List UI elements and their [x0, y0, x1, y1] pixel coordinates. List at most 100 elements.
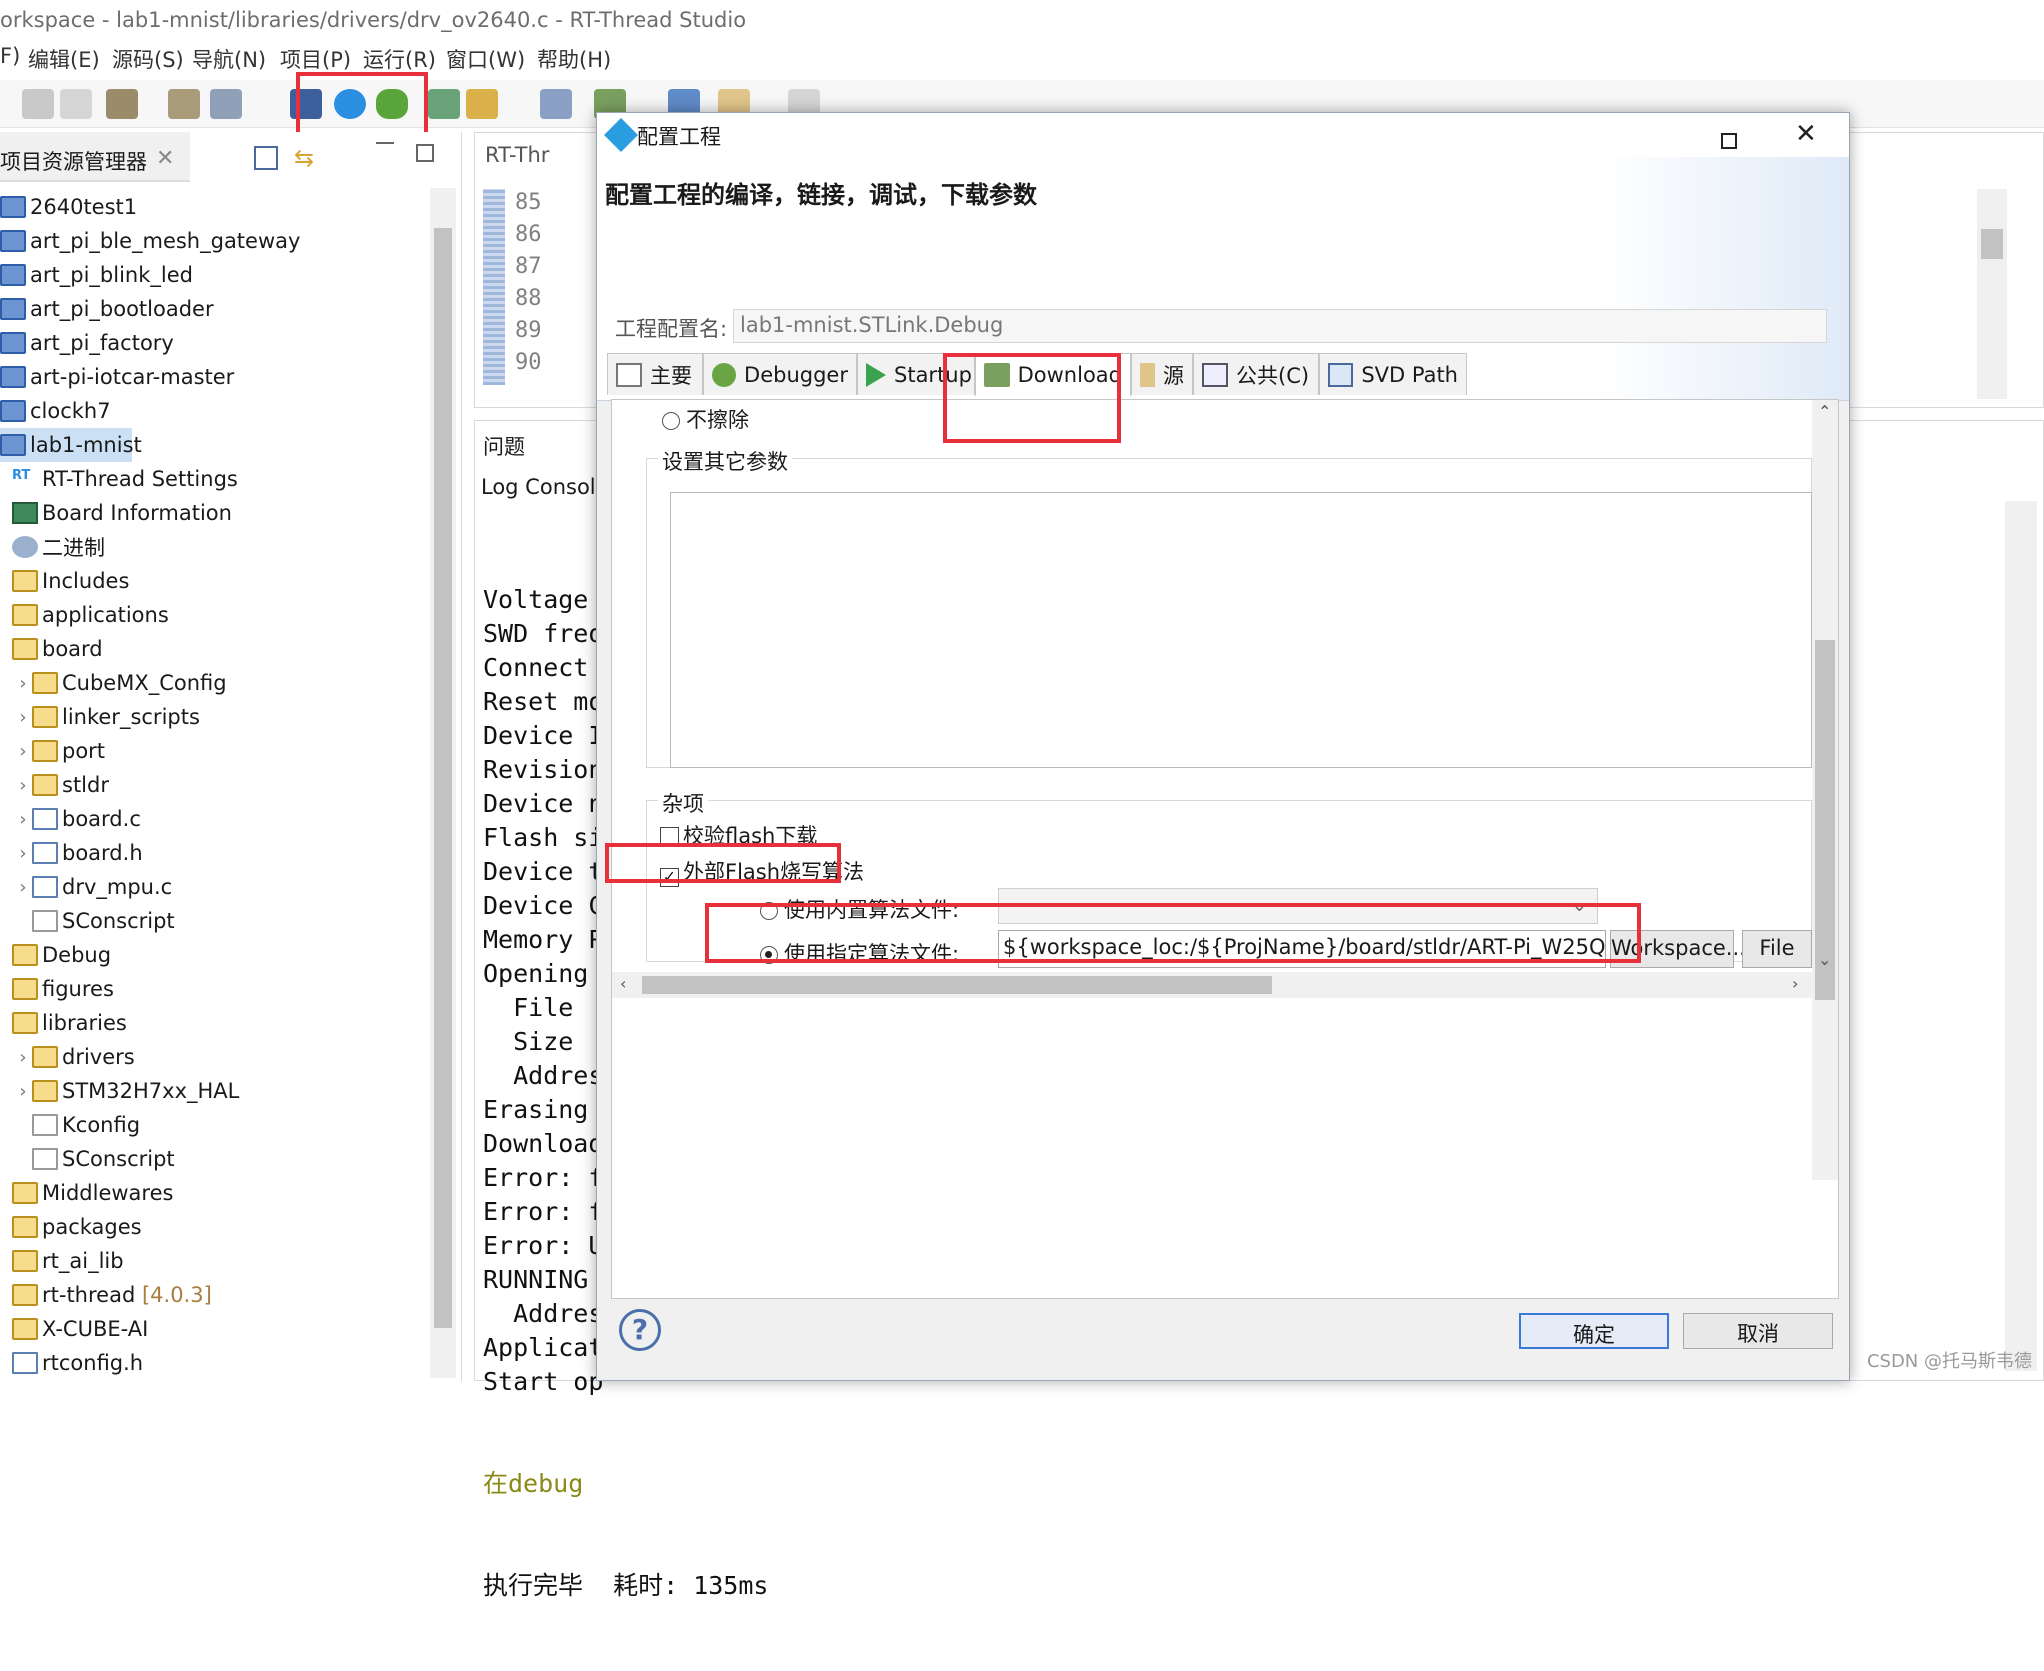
tree-item-packages[interactable]: packages: [12, 1210, 142, 1244]
tree-item-blink-led[interactable]: art_pi_blink_led: [0, 258, 193, 292]
debugger-bug-icon: [712, 362, 737, 387]
tree-item-sconscript[interactable]: SConscript: [32, 904, 175, 938]
tree-item-cubemx-config[interactable]: › CubeMX_Config: [14, 666, 226, 700]
build-hammer-icon[interactable]: [106, 89, 138, 119]
content-hscrollbar[interactable]: ‹ ›: [612, 972, 1812, 998]
tree-item-binaries[interactable]: 二进制: [12, 530, 105, 564]
scroll-right-icon[interactable]: ›: [1792, 974, 1798, 993]
tree-item-debug[interactable]: Debug: [12, 938, 111, 972]
download-icon[interactable]: [428, 89, 460, 119]
menu-source[interactable]: 源码(S): [112, 44, 184, 74]
problems-tab[interactable]: 问题: [483, 431, 593, 465]
tree-item-kconfig[interactable]: Kconfig: [32, 1108, 140, 1142]
folder-icon: [32, 1080, 58, 1102]
console-scrollbar[interactable]: [2005, 501, 2037, 1371]
tab-source[interactable]: 源: [1131, 353, 1193, 395]
chevron-right-icon[interactable]: ›: [14, 809, 32, 830]
tab-debugger[interactable]: Debugger: [703, 353, 857, 395]
menu-run[interactable]: 运行(R): [363, 44, 436, 74]
scroll-down-icon[interactable]: ⌄: [1818, 950, 1831, 969]
menu-window[interactable]: 窗口(W): [446, 44, 525, 74]
rt-studio-logo-icon: [604, 118, 638, 152]
chevron-right-icon[interactable]: ›: [14, 707, 32, 728]
clean-icon[interactable]: [168, 89, 200, 119]
tree-item-middlewares[interactable]: Middlewares: [12, 1176, 173, 1210]
tree-item-figures[interactable]: figures: [12, 972, 114, 1006]
tree-item-includes[interactable]: Includes: [12, 564, 129, 598]
tree-item-stldr[interactable]: › stldr: [14, 768, 109, 802]
file-button[interactable]: File: [1742, 930, 1812, 968]
tree-item-board[interactable]: board: [12, 632, 103, 666]
explorer-scrollbar[interactable]: [430, 188, 456, 1378]
no-erase-option[interactable]: 不擦除: [662, 404, 749, 434]
tab-common[interactable]: 公共(C): [1193, 353, 1319, 395]
editor-scrollbar[interactable]: [1977, 189, 2007, 399]
tab-svd-path[interactable]: SVD Path: [1319, 353, 1467, 395]
cancel-button[interactable]: 取消: [1683, 1313, 1833, 1349]
minimize-icon[interactable]: [376, 142, 394, 144]
other-params-textarea[interactable]: [670, 492, 1812, 768]
scrollbar-thumb[interactable]: [434, 228, 452, 1328]
tree-item-bootloader[interactable]: art_pi_bootloader: [0, 292, 214, 326]
chevron-right-icon[interactable]: ›: [14, 877, 32, 898]
chevron-right-icon[interactable]: ›: [14, 775, 32, 796]
link-editor-icon[interactable]: ⇆: [294, 144, 320, 172]
tree-item-sconscript-libraries[interactable]: SConscript: [32, 1142, 175, 1176]
scrollbar-thumb[interactable]: [642, 976, 1272, 994]
tree-item-ble-mesh[interactable]: art_pi_ble_mesh_gateway: [0, 224, 300, 258]
help-icon[interactable]: ?: [619, 1309, 661, 1351]
chevron-right-icon[interactable]: ›: [14, 741, 32, 762]
save-all-icon[interactable]: [60, 89, 92, 119]
ok-button[interactable]: 确定: [1519, 1313, 1669, 1349]
scrollbar-thumb[interactable]: [1981, 229, 2003, 259]
tree-item-2640test1[interactable]: 2640test1: [0, 190, 137, 224]
tree-item-port[interactable]: › port: [14, 734, 105, 768]
scrollbar-thumb[interactable]: [1815, 640, 1835, 1000]
tree-item-iotcar[interactable]: art-pi-iotcar-master: [0, 360, 234, 394]
external-flash-highlight-box: [605, 843, 841, 883]
maximize-icon[interactable]: [1721, 133, 1737, 149]
chevron-right-icon[interactable]: ›: [14, 843, 32, 864]
tree-item-rt-thread-settings[interactable]: RT RT-Thread Settings: [12, 462, 238, 496]
save-icon[interactable]: [22, 89, 54, 119]
tree-item-board-c[interactable]: › board.c: [14, 802, 140, 836]
menu-edit[interactable]: 编辑(E): [28, 44, 100, 74]
tree-item-linker-scripts[interactable]: › linker_scripts: [14, 700, 200, 734]
sdk-manager-icon[interactable]: [540, 89, 572, 119]
tree-item-rt-ai-lib[interactable]: rt_ai_lib: [12, 1244, 124, 1278]
tree-item-x-cube-ai[interactable]: X-CUBE-AI: [12, 1312, 148, 1346]
config-name-field[interactable]: lab1-mnist.STLink.Debug: [733, 309, 1827, 343]
tree-item-board-h[interactable]: › board.h: [14, 836, 142, 870]
tree-item-stm32h7xx-hal[interactable]: › STM32H7xx_HAL: [14, 1074, 239, 1108]
c-file-icon: [32, 876, 58, 898]
close-icon[interactable]: ✕: [156, 146, 174, 171]
editor-tab[interactable]: RT-Thr: [485, 143, 605, 177]
tree-item-rt-thread[interactable]: rt-thread [4.0.3]: [12, 1278, 212, 1312]
tree-item-drv-mpu-c[interactable]: › drv_mpu.c: [14, 870, 172, 904]
menu-navigate[interactable]: 导航(N): [192, 44, 266, 74]
no-erase-radio[interactable]: [662, 412, 680, 430]
maximize-icon[interactable]: [416, 144, 434, 162]
tools-icon[interactable]: [210, 89, 242, 119]
chevron-right-icon[interactable]: ›: [14, 673, 32, 694]
menu-project[interactable]: 项目(P): [280, 44, 351, 74]
wand-icon[interactable]: [466, 89, 498, 119]
close-icon[interactable]: ✕: [1795, 119, 1817, 149]
tree-item-lab1-mnist[interactable]: lab1-mnist: [0, 428, 142, 462]
tab-main[interactable]: 主要: [607, 353, 703, 395]
tree-item-rtconfig-h[interactable]: rtconfig.h: [12, 1346, 143, 1380]
content-scrollbar[interactable]: ⌃ ⌄: [1812, 400, 1838, 1180]
tree-item-board-information[interactable]: Board Information: [12, 496, 232, 530]
tree-item-clockh7[interactable]: clockh7: [0, 394, 111, 428]
scroll-left-icon[interactable]: ‹: [620, 974, 626, 993]
menu-help[interactable]: 帮助(H): [537, 44, 611, 74]
tree-item-libraries[interactable]: libraries: [12, 1006, 127, 1040]
chevron-right-icon[interactable]: ›: [14, 1081, 32, 1102]
tree-item-factory[interactable]: art_pi_factory: [0, 326, 174, 360]
menu-file[interactable]: F): [0, 44, 20, 68]
tree-item-drivers[interactable]: › drivers: [14, 1040, 134, 1074]
scroll-up-icon[interactable]: ⌃: [1818, 402, 1831, 421]
chevron-right-icon[interactable]: ›: [14, 1047, 32, 1068]
collapse-all-icon[interactable]: [254, 146, 278, 170]
tree-item-applications[interactable]: applications: [12, 598, 169, 632]
